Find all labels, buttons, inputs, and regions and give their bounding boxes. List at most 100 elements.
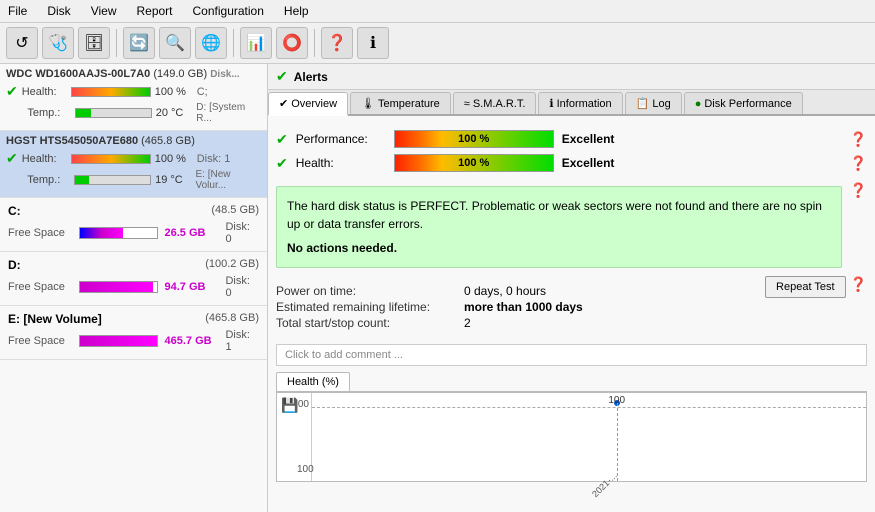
- comment-box[interactable]: Click to add comment ...: [276, 344, 867, 366]
- disk2-name-text: HGST HTS545050A7E680: [6, 135, 138, 147]
- toolbar-btn-help[interactable]: ❓: [321, 27, 353, 59]
- disk1-health-bar: [71, 87, 151, 97]
- drive-d-free-fill: [80, 282, 153, 292]
- chart-y-bottom: 100: [297, 464, 314, 475]
- health-icon: ✔: [276, 155, 288, 172]
- disk2-temp-value: 19 °C: [155, 174, 191, 186]
- tab-information[interactable]: ℹ Information: [538, 92, 622, 114]
- toolbar-btn-8[interactable]: ⭕: [276, 27, 308, 59]
- startstop-label: Total start/stop count:: [276, 316, 456, 330]
- status-help-icon[interactable]: ❓: [850, 182, 867, 199]
- drive-d-letter: D:: [8, 258, 21, 272]
- performance-row: ✔ Performance: 100 % Excellent ❓: [276, 130, 867, 148]
- performance-bar: 100 %: [394, 130, 554, 148]
- startstop-value: 2: [464, 316, 583, 330]
- tab-log-label: Log: [652, 98, 670, 110]
- drive-d-free-row: Free Space 94.7 GB Disk: 0: [8, 275, 259, 299]
- menu-configuration[interactable]: Configuration: [189, 2, 268, 20]
- tab-smart[interactable]: ≈ S.M.A.R.T.: [453, 92, 537, 114]
- info-section: Power on time: 0 days, 0 hours Estimated…: [276, 284, 583, 330]
- disk1-extra: C;: [197, 86, 208, 98]
- menu-file[interactable]: File: [4, 2, 31, 20]
- menu-view[interactable]: View: [87, 2, 121, 20]
- chart-vertical-line: [617, 403, 618, 481]
- drive-c-free-value: 26.5 GB: [164, 227, 219, 239]
- tab-disk-performance-label: Disk Performance: [704, 98, 791, 110]
- disk1-health-fill: [72, 88, 150, 96]
- disk2-item[interactable]: HGST HTS545050A7E680 (465.8 GB) ✔ Health…: [0, 131, 267, 198]
- toolbar-btn-5[interactable]: 🔍: [159, 27, 191, 59]
- toolbar-btn-6[interactable]: 🌐: [195, 27, 227, 59]
- lifetime-value: more than 1000 days: [464, 300, 583, 314]
- disk1-health-icon: ✔: [6, 83, 18, 100]
- chart-save-icon[interactable]: 💾: [281, 397, 298, 414]
- lifetime-label: Estimated remaining lifetime:: [276, 300, 456, 314]
- chart-x-label-text: 2021-...: [590, 470, 619, 499]
- tab-overview[interactable]: ✔ Overview: [268, 92, 348, 116]
- toolbar-sep-3: [314, 29, 315, 57]
- drive-d-disk: Disk: 0: [225, 275, 259, 299]
- drive-e-header: E: [New Volume] (465.8 GB): [8, 312, 259, 326]
- disk1-item: WDC WD1600AAJS-00L7A0 (149.0 GB) Disk...…: [0, 64, 267, 131]
- drive-c-free-bar: [79, 227, 159, 239]
- drive-d-header: D: (100.2 GB): [8, 258, 259, 272]
- main-container: WDC WD1600AAJS-00L7A0 (149.0 GB) Disk...…: [0, 64, 875, 512]
- tab-log[interactable]: 📋 Log: [625, 92, 682, 114]
- chart-tab-bar: Health (%): [276, 372, 867, 392]
- repeat-help-icon[interactable]: ❓: [850, 276, 867, 293]
- drive-e-free-value: 465.7 GB: [164, 335, 219, 347]
- performance-status: Excellent: [562, 132, 615, 146]
- toolbar-btn-info[interactable]: ℹ: [357, 27, 389, 59]
- toolbar-btn-2[interactable]: 🩺: [42, 27, 74, 59]
- drive-d[interactable]: D: (100.2 GB) Free Space 94.7 GB Disk: 0: [0, 252, 267, 306]
- disk2-temp-fill: [75, 176, 88, 184]
- tab-disk-performance[interactable]: ● Disk Performance: [684, 92, 803, 114]
- tab-disk-performance-icon: ●: [695, 98, 702, 110]
- drive-c[interactable]: C: (48.5 GB) Free Space 26.5 GB Disk: 0: [0, 198, 267, 252]
- drive-c-header: C: (48.5 GB): [8, 204, 259, 218]
- drive-e[interactable]: E: [New Volume] (465.8 GB) Free Space 46…: [0, 306, 267, 360]
- drive-c-free-row: Free Space 26.5 GB Disk: 0: [8, 221, 259, 245]
- health-bar: 100 %: [394, 154, 554, 172]
- menu-disk[interactable]: Disk: [43, 2, 74, 20]
- toolbar-sep-1: [116, 29, 117, 57]
- toolbar-btn-7[interactable]: 📊: [240, 27, 272, 59]
- disk1-name: WDC WD1600AAJS-00L7A0 (149.0 GB) Disk...: [6, 68, 261, 80]
- disk1-name-text: WDC WD1600AAJS-00L7A0: [6, 68, 150, 80]
- menu-report[interactable]: Report: [132, 2, 176, 20]
- actions-text: No actions needed.: [287, 241, 397, 255]
- disk2-health-value: 100 %: [155, 153, 193, 165]
- disk2-size: (465.8 GB): [141, 135, 195, 147]
- tab-temperature[interactable]: 🌡 Temperature: [350, 92, 451, 114]
- chart-area: 💾 100 100: [276, 392, 867, 482]
- alerts-bar: ✔ Alerts: [268, 64, 875, 90]
- repeat-test-button[interactable]: Repeat Test: [765, 276, 846, 298]
- drive-e-free-fill: [80, 336, 157, 346]
- menu-help[interactable]: Help: [280, 2, 313, 20]
- alerts-icon: ✔: [276, 68, 288, 85]
- drive-d-free-label: Free Space: [8, 281, 73, 293]
- health-status: Excellent: [562, 156, 615, 170]
- disk1-temp-label: Temp.:: [27, 107, 70, 119]
- drive-e-disk: Disk: 1: [225, 329, 259, 353]
- performance-bar-text: 100 %: [395, 131, 553, 147]
- disk2-temp-row: Temp.: 19 °C E: [New Volur...: [6, 169, 261, 191]
- disk2-name: HGST HTS545050A7E680 (465.8 GB): [6, 135, 261, 147]
- health-help-icon[interactable]: ❓: [850, 155, 867, 172]
- disk2-temp-bar: [74, 175, 151, 185]
- performance-help-icon[interactable]: ❓: [850, 131, 867, 148]
- disk1-temp-fill: [76, 109, 91, 117]
- toolbar-sep-2: [233, 29, 234, 57]
- toolbar-btn-1[interactable]: ↺: [6, 27, 38, 59]
- chart-tab-health[interactable]: Health (%): [276, 372, 350, 391]
- disk2-health-icon: ✔: [6, 150, 18, 167]
- performance-label: Performance:: [296, 132, 386, 146]
- tab-information-icon: ℹ: [549, 97, 553, 110]
- chart-inner: 100 2021-...: [312, 393, 866, 481]
- drive-d-free-bar: [79, 281, 159, 293]
- power-on-value: 0 days, 0 hours: [464, 284, 583, 298]
- toolbar-btn-3[interactable]: 🗄: [78, 27, 110, 59]
- disk1-health-label: Health:: [22, 86, 67, 98]
- chart-dashed-line: [312, 407, 866, 408]
- toolbar-btn-4[interactable]: 🔄: [123, 27, 155, 59]
